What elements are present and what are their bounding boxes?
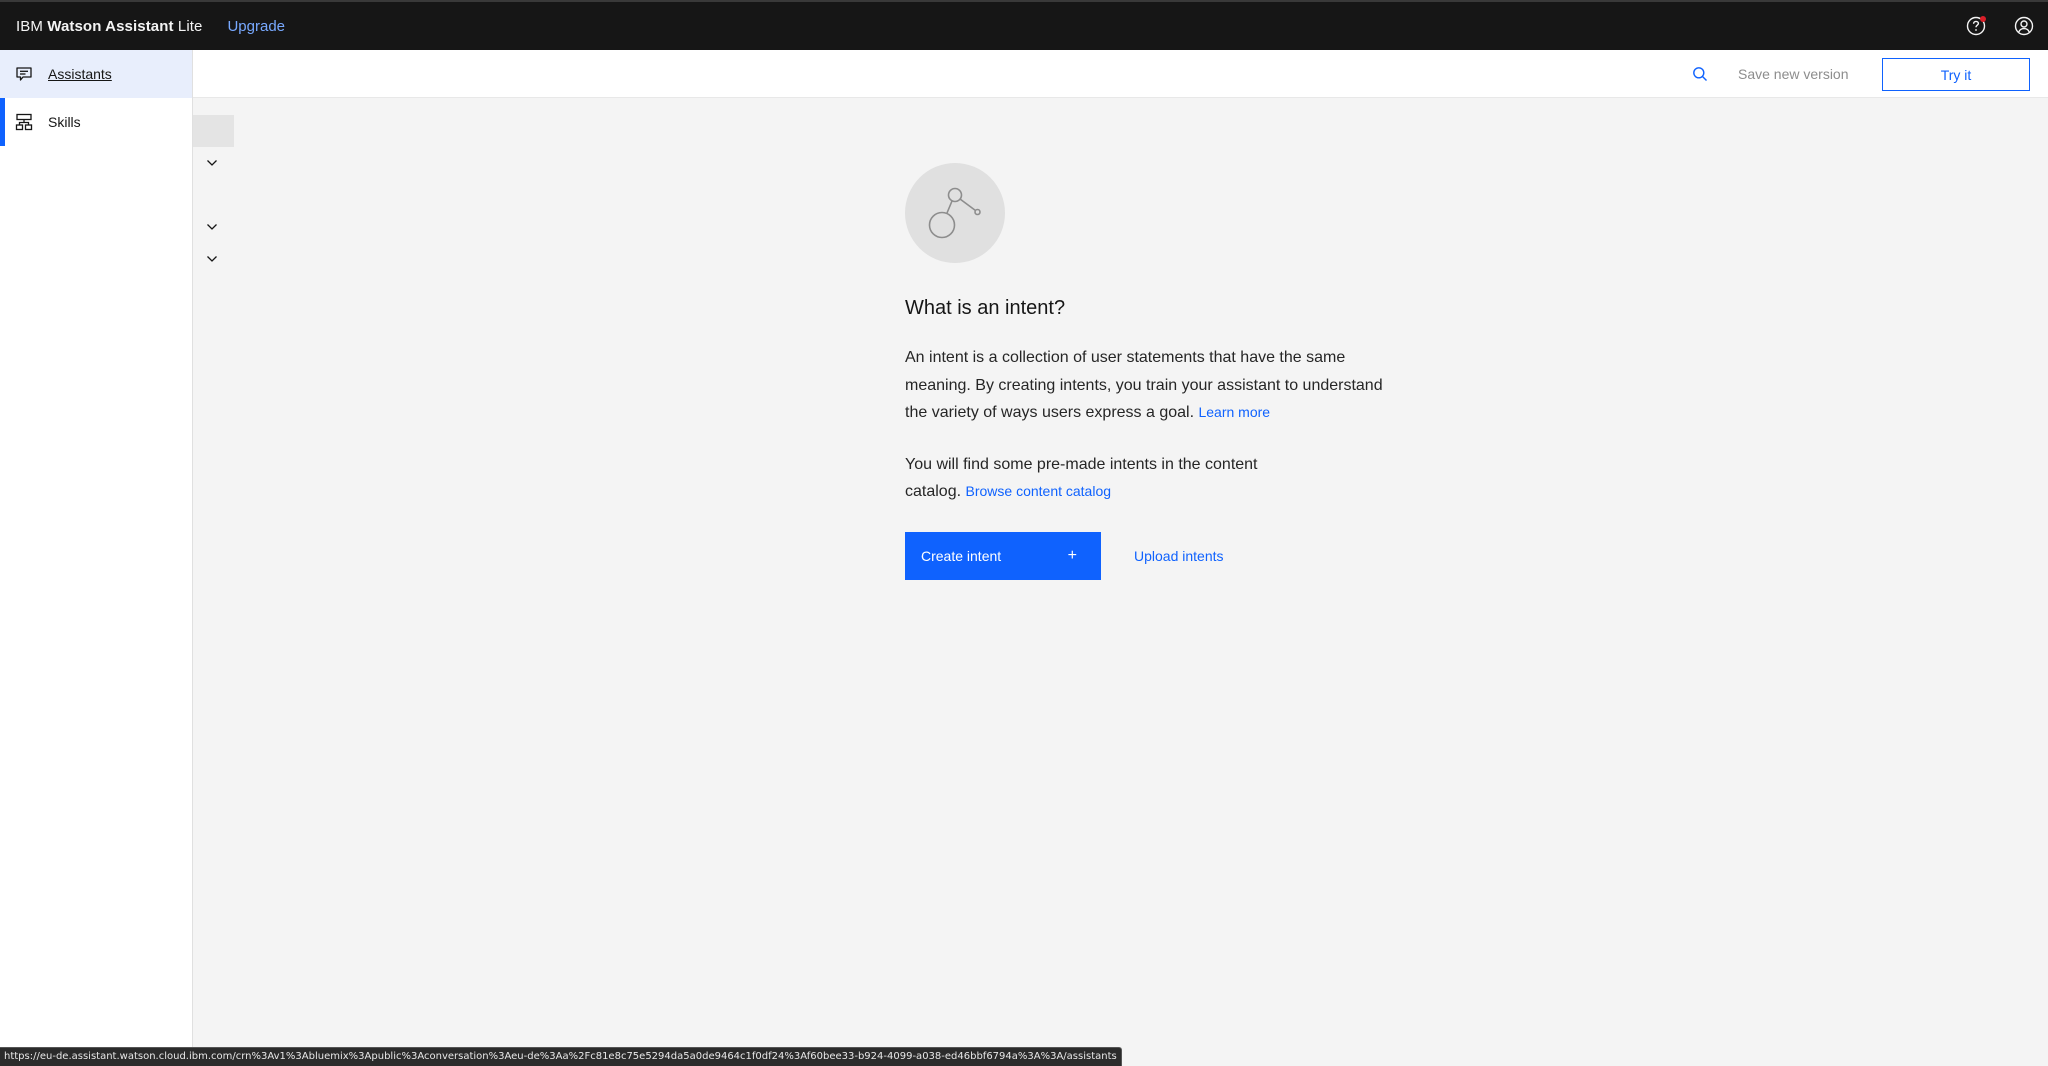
- sidebar-item-assistants[interactable]: Assistants: [0, 50, 192, 98]
- expand-section-button[interactable]: [204, 219, 220, 235]
- help-button[interactable]: [1952, 2, 2000, 50]
- empty-state-actions: Create intent + Upload intents: [905, 531, 1385, 580]
- empty-state-title: What is an intent?: [905, 297, 1066, 319]
- catalog-description: You will find some pre-made intents in t…: [905, 451, 1305, 506]
- upgrade-link[interactable]: Upgrade: [227, 18, 285, 35]
- user-avatar-icon: [2014, 16, 2034, 36]
- chat-icon: [14, 64, 34, 84]
- intents-empty-state: What is an intent? An intent is a collec…: [905, 163, 1385, 580]
- save-new-version-button[interactable]: Save new version: [1738, 50, 1849, 98]
- brand-prefix: IBM: [16, 17, 43, 35]
- notification-dot: [1980, 16, 1986, 22]
- intent-nodes-icon: [928, 187, 981, 239]
- create-intent-label: Create intent: [921, 547, 1002, 564]
- sidebar-item-label: Assistants: [48, 66, 112, 82]
- expand-section-button[interactable]: [204, 155, 220, 171]
- brand-name: Watson Assistant: [47, 17, 174, 35]
- skill-action-bar: Save new version Try it: [193, 50, 2048, 98]
- learn-more-link[interactable]: Learn more: [1198, 404, 1270, 420]
- user-profile-button[interactable]: [2000, 2, 2048, 50]
- intent-illustration: [905, 163, 1005, 263]
- try-it-button[interactable]: Try it: [1882, 58, 2030, 91]
- create-intent-button[interactable]: Create intent +: [905, 531, 1101, 580]
- intent-description-text: An intent is a collection of user statem…: [905, 349, 1383, 421]
- chevron-down-icon: [207, 160, 217, 166]
- skills-tree-icon: [14, 112, 34, 132]
- product-name[interactable]: IBM Watson Assistant Lite: [16, 18, 202, 35]
- browser-status-url: https://eu-de.assistant.watson.cloud.ibm…: [0, 1047, 1122, 1066]
- add-icon: +: [1067, 546, 1077, 564]
- chevron-down-icon: [207, 256, 217, 262]
- browse-content-catalog-link[interactable]: Browse content catalog: [966, 483, 1112, 499]
- sidebar-item-skills[interactable]: Skills: [0, 98, 192, 146]
- sub-nav-placeholder: [193, 115, 234, 147]
- chevron-down-icon: [207, 224, 217, 230]
- top-header: IBM Watson Assistant Lite Upgrade: [0, 0, 2048, 50]
- collapsed-sub-nav: [193, 98, 234, 1066]
- header-actions: [1952, 2, 2048, 50]
- sidebar-item-label: Skills: [48, 114, 81, 130]
- brand-plan: Lite: [177, 17, 203, 35]
- expand-section-button[interactable]: [204, 251, 220, 267]
- upload-intents-button[interactable]: Upload intents: [1134, 548, 1224, 564]
- side-nav: Assistants Skills: [0, 50, 193, 1066]
- search-button[interactable]: [1688, 62, 1712, 86]
- intent-description: An intent is a collection of user statem…: [905, 344, 1385, 427]
- search-icon: [1693, 67, 1707, 81]
